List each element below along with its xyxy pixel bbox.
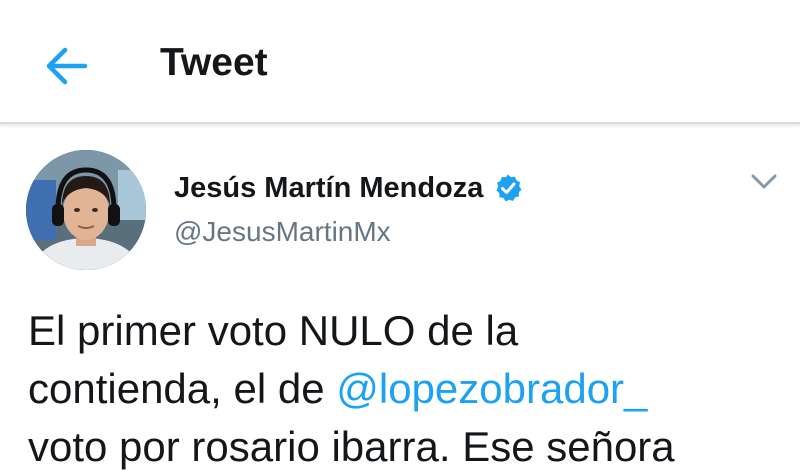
tweet-text-line: contienda, el de @lopezobrador_ (28, 360, 788, 418)
top-bar: Tweet (0, 0, 800, 124)
arrow-left-icon (46, 47, 88, 85)
author-handle[interactable]: @JesusMartinMx (174, 214, 391, 250)
mention-link[interactable]: @lopezobrador_ (336, 365, 647, 412)
avatar[interactable] (26, 150, 146, 270)
page-title: Tweet (160, 41, 268, 84)
tweet-text-line: voto por rosario ibarra. Ese señora (28, 423, 675, 470)
back-button[interactable] (36, 36, 96, 96)
tweet-menu-button[interactable] (744, 166, 784, 198)
author-line[interactable]: Jesús Martín Mendoza (174, 168, 523, 208)
avatar-photo (26, 150, 146, 270)
author-name[interactable]: Jesús Martín Mendoza (174, 170, 483, 206)
verified-badge-icon (493, 173, 523, 203)
tweet-text-fragment: contienda, el de (28, 365, 337, 412)
chevron-down-icon (751, 174, 777, 189)
tweet-text-line: El primer voto NULO de la (28, 307, 519, 354)
